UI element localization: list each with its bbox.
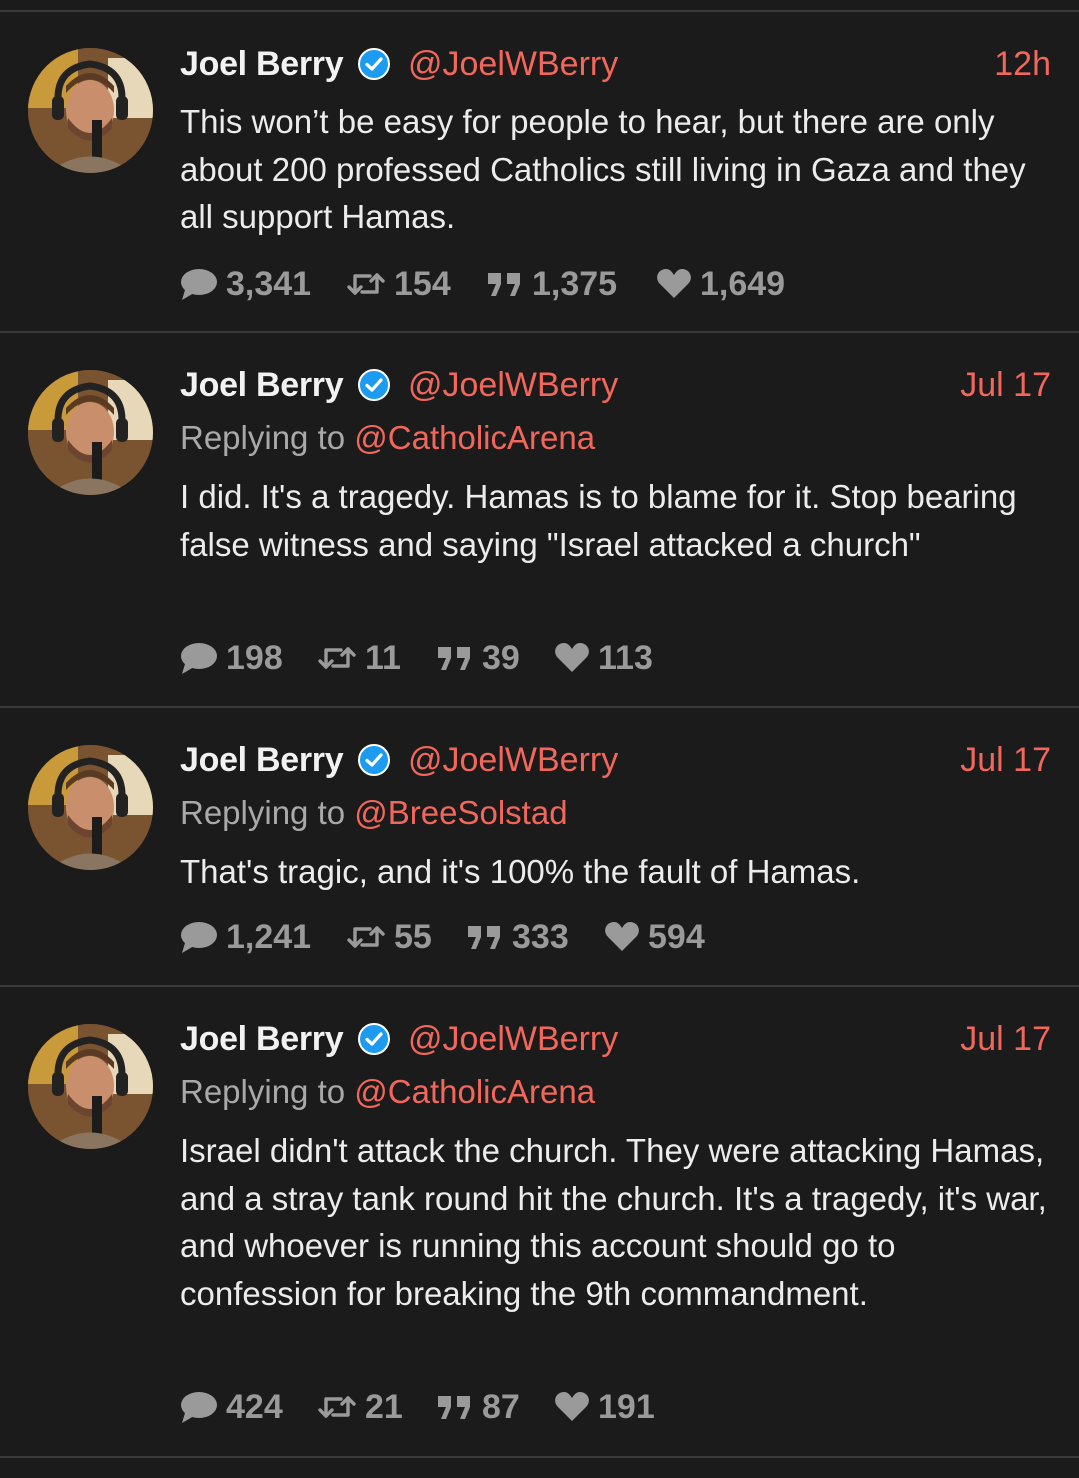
retweet-count-value: 11 [365, 639, 401, 677]
retweet-count-value: 55 [394, 918, 432, 956]
tweet[interactable]: Joel Berry @JoelWBerry Jul 17 Replying t… [0, 987, 1079, 1456]
quote-icon [436, 643, 474, 673]
avatar[interactable] [28, 48, 153, 173]
quote-icon [486, 269, 524, 299]
replying-to-label: Replying to [180, 794, 346, 831]
verified-badge-icon [358, 369, 390, 401]
quote-count[interactable]: 1,375 [486, 264, 617, 304]
quote-count-value: 333 [512, 918, 569, 956]
speech-bubble-icon [180, 267, 218, 301]
verified-badge-icon [358, 1023, 390, 1055]
timestamp[interactable]: Jul 17 [960, 1017, 1051, 1061]
avatar[interactable] [28, 1024, 153, 1149]
like-count-value: 113 [598, 639, 653, 677]
reply-count[interactable]: 198 [180, 638, 283, 678]
verified-badge-icon [358, 48, 390, 80]
reply-count[interactable]: 424 [180, 1387, 283, 1427]
retweet-count[interactable]: 21 [317, 1387, 403, 1427]
avatar-image [28, 1024, 153, 1149]
retweet-count[interactable]: 55 [346, 917, 432, 957]
quote-count[interactable]: 39 [436, 638, 520, 678]
quote-count-value: 1,375 [532, 265, 618, 303]
like-count[interactable]: 1,649 [656, 264, 785, 304]
display-name[interactable]: Joel Berry [180, 1017, 344, 1061]
reply-count-value: 198 [226, 639, 283, 677]
speech-bubble-icon [180, 641, 218, 675]
timestamp[interactable]: Jul 17 [960, 738, 1051, 782]
quote-icon [466, 922, 504, 952]
retweet-icon [346, 922, 386, 952]
timestamp[interactable]: 12h [994, 42, 1051, 86]
tweet-text: Israel didn't attack the church. They we… [180, 1132, 1047, 1312]
like-count-value: 1,649 [700, 265, 786, 303]
user-handle[interactable]: @JoelWBerry [408, 1017, 618, 1061]
heart-icon [604, 921, 640, 953]
timestamp[interactable]: Jul 17 [960, 363, 1051, 407]
display-name[interactable]: Joel Berry [180, 363, 344, 407]
tweet-text: I did. It's a tragedy. Hamas is to blame… [180, 478, 1017, 563]
speech-bubble-icon [180, 920, 218, 954]
reply-count-value: 1,241 [226, 918, 312, 956]
replying-to: Replying to @CatholicArena [180, 416, 595, 460]
retweet-icon [317, 643, 357, 673]
user-handle[interactable]: @JoelWBerry [408, 363, 618, 407]
avatar[interactable] [28, 370, 153, 495]
display-name[interactable]: Joel Berry [180, 42, 344, 86]
quote-count-value: 39 [482, 639, 520, 677]
heart-icon [656, 268, 692, 300]
replying-to-handle[interactable]: @BreeSolstad [354, 794, 567, 831]
quote-count[interactable]: 87 [436, 1387, 520, 1427]
quote-icon [436, 1392, 474, 1422]
avatar-image [28, 370, 153, 495]
avatar-image [28, 48, 153, 173]
reply-count-value: 424 [226, 1388, 283, 1426]
avatar-image [28, 745, 153, 870]
like-count[interactable]: 594 [604, 917, 705, 957]
retweet-icon [346, 269, 386, 299]
retweet-count-value: 21 [365, 1388, 403, 1426]
replying-to-handle[interactable]: @CatholicArena [354, 419, 595, 456]
user-handle[interactable]: @JoelWBerry [408, 42, 618, 86]
retweet-count-value: 154 [394, 265, 451, 303]
speech-bubble-icon [180, 1390, 218, 1424]
quote-count[interactable]: 333 [466, 917, 569, 957]
quote-count-value: 87 [482, 1388, 520, 1426]
replying-to-label: Replying to [180, 419, 346, 456]
like-count[interactable]: 191 [554, 1387, 655, 1427]
reply-count-value: 3,341 [226, 265, 312, 303]
heart-icon [554, 642, 590, 674]
verified-badge-icon [358, 744, 390, 776]
display-name[interactable]: Joel Berry [180, 738, 344, 782]
like-count[interactable]: 113 [554, 638, 653, 678]
tweet[interactable]: Joel Berry @JoelWBerry Jul 17 Replying t… [0, 333, 1079, 706]
avatar[interactable] [28, 745, 153, 870]
replying-to-label: Replying to [180, 1073, 346, 1110]
bottom-divider [0, 1456, 1079, 1458]
replying-to: Replying to @BreeSolstad [180, 791, 568, 835]
tweet-text: That's tragic, and it's 100% the fault o… [180, 853, 861, 890]
reply-count[interactable]: 3,341 [180, 264, 311, 304]
retweet-count[interactable]: 11 [317, 638, 401, 678]
user-handle[interactable]: @JoelWBerry [408, 738, 618, 782]
tweet[interactable]: Joel Berry @JoelWBerry 12h This won’t be… [0, 0, 1079, 331]
heart-icon [554, 1391, 590, 1423]
replying-to-handle[interactable]: @CatholicArena [354, 1073, 595, 1110]
tweet-text: This won’t be easy for people to hear, b… [180, 103, 1026, 235]
reply-count[interactable]: 1,241 [180, 917, 311, 957]
like-count-value: 191 [598, 1388, 655, 1426]
retweet-icon [317, 1392, 357, 1422]
replying-to: Replying to @CatholicArena [180, 1070, 595, 1114]
tweet[interactable]: Joel Berry @JoelWBerry Jul 17 Replying t… [0, 708, 1079, 985]
like-count-value: 594 [648, 918, 705, 956]
retweet-count[interactable]: 154 [346, 264, 451, 304]
